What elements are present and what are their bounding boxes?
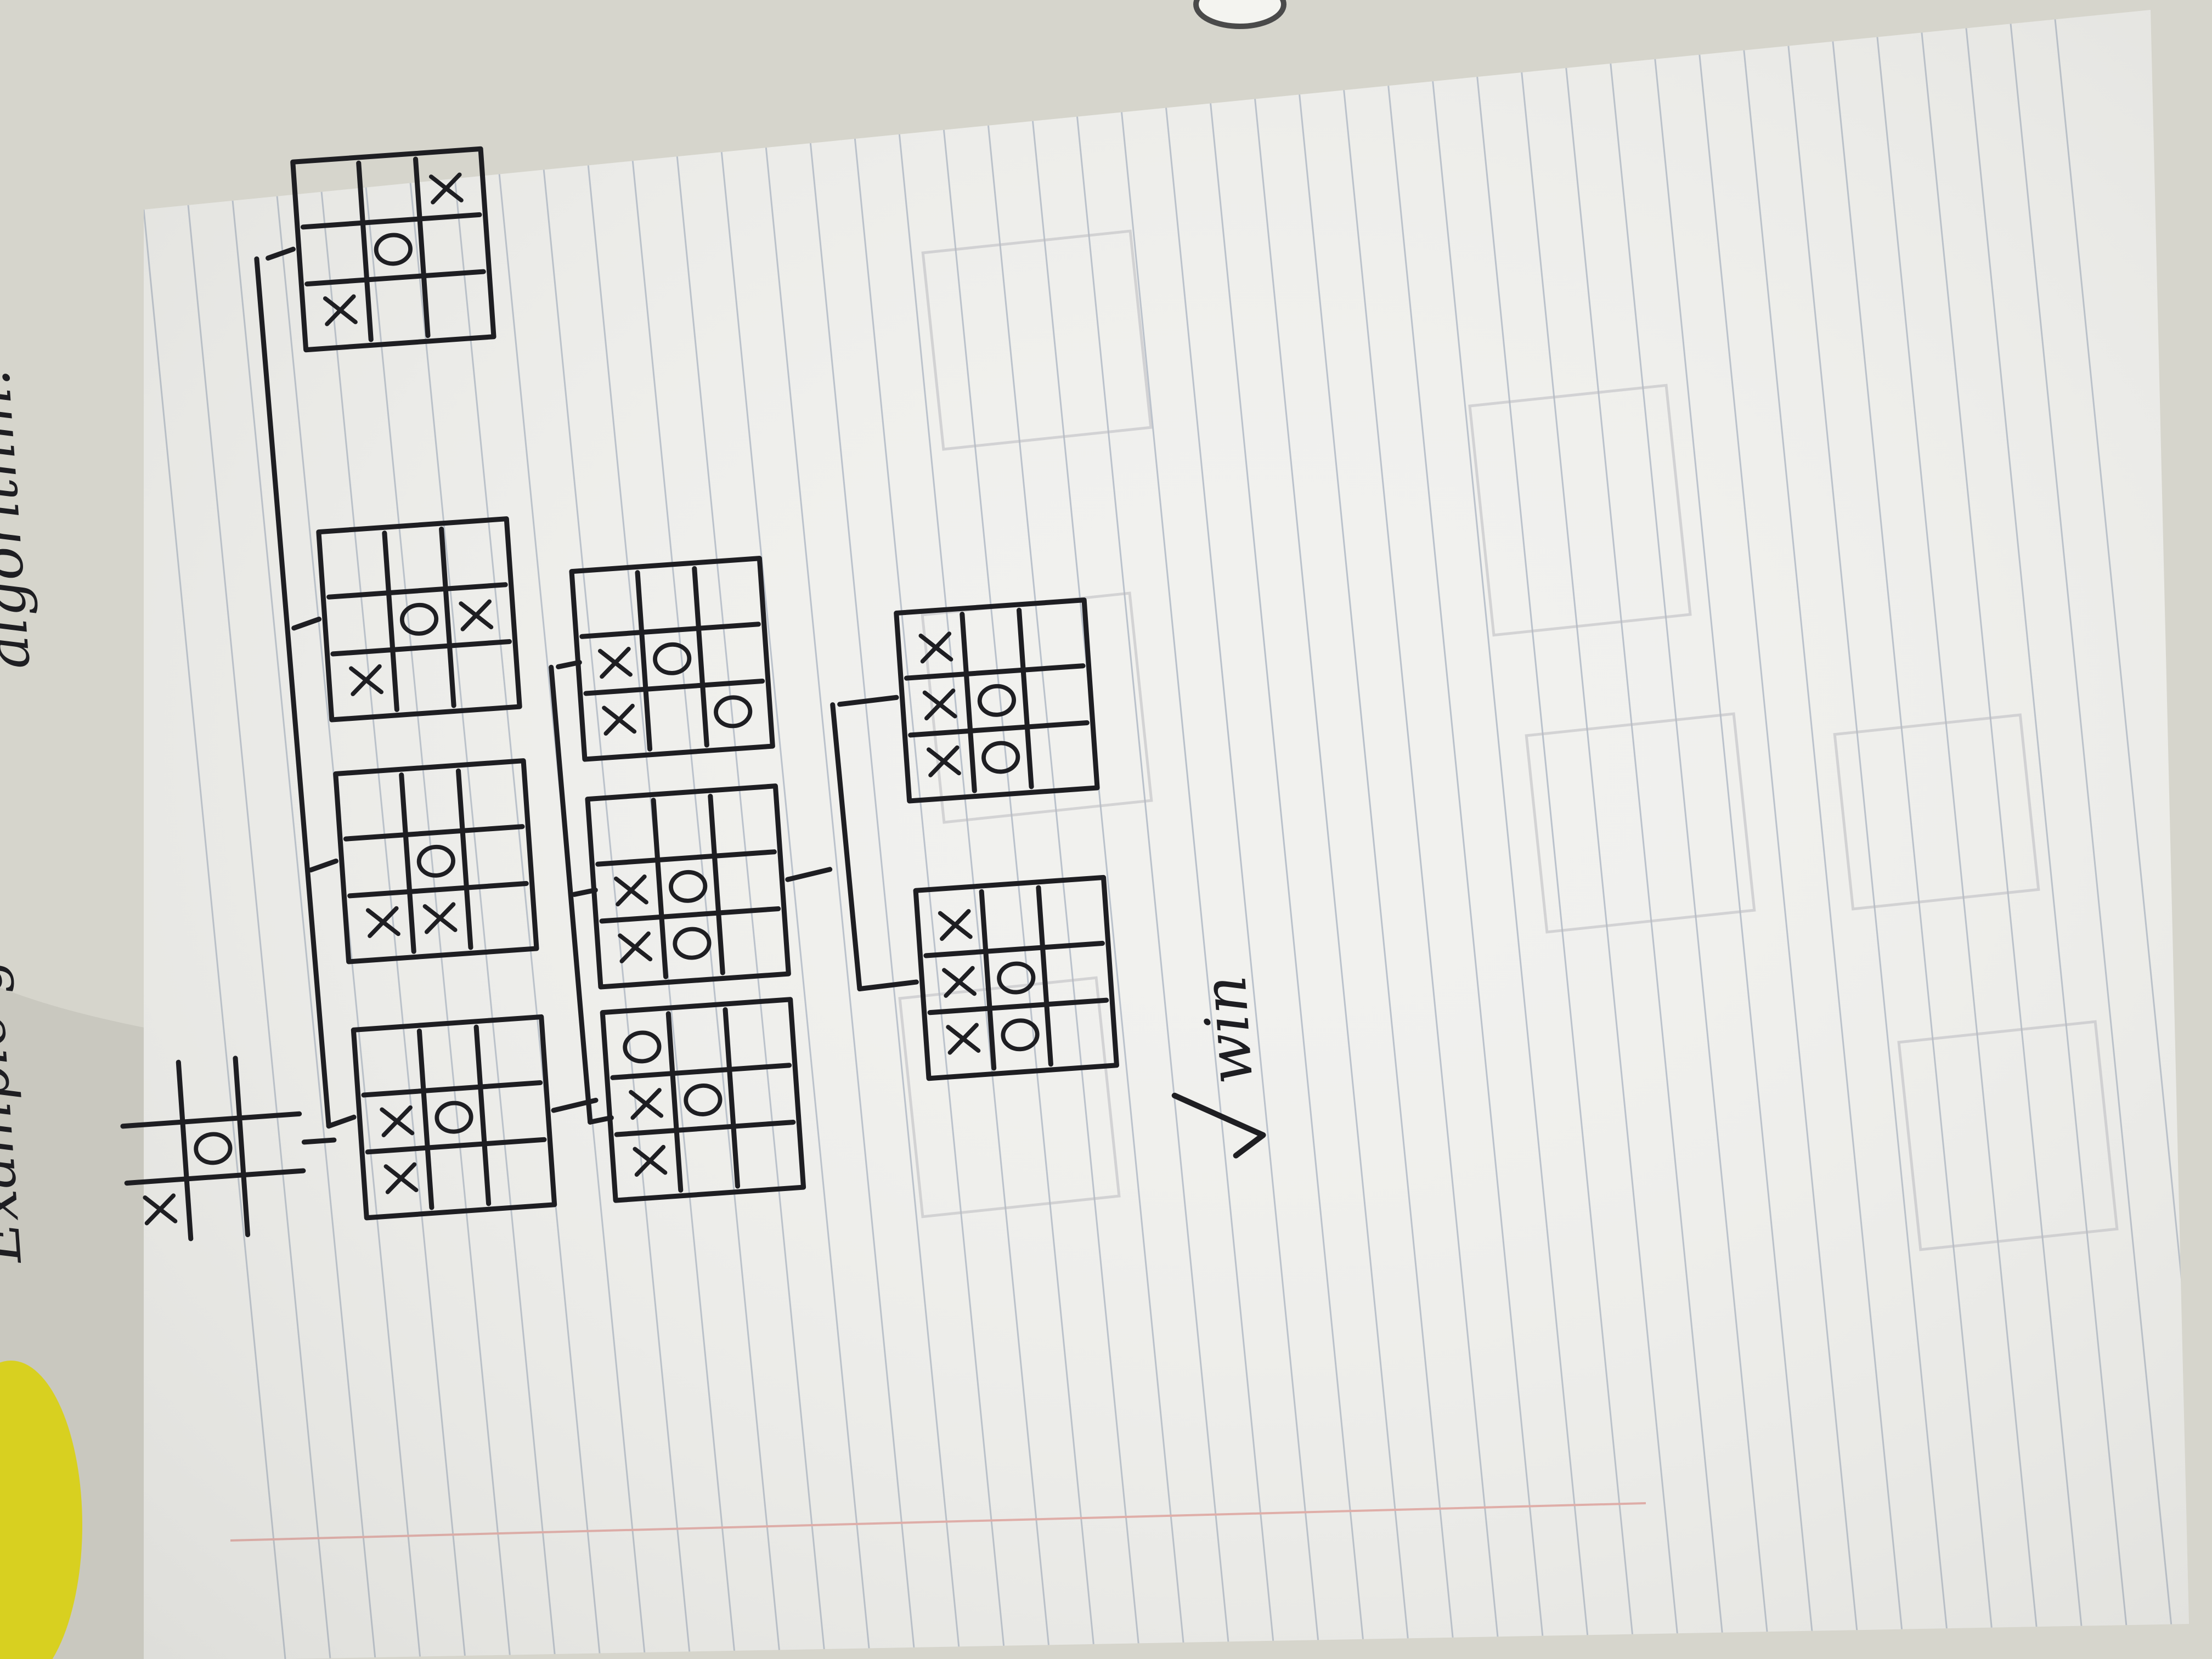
root-stem — [301, 1137, 337, 1145]
photo-scene: Example game tree for minimax algorithm.… — [0, 0, 2212, 1659]
win-label: win — [1189, 973, 1267, 1087]
object-top — [1193, 0, 1286, 29]
